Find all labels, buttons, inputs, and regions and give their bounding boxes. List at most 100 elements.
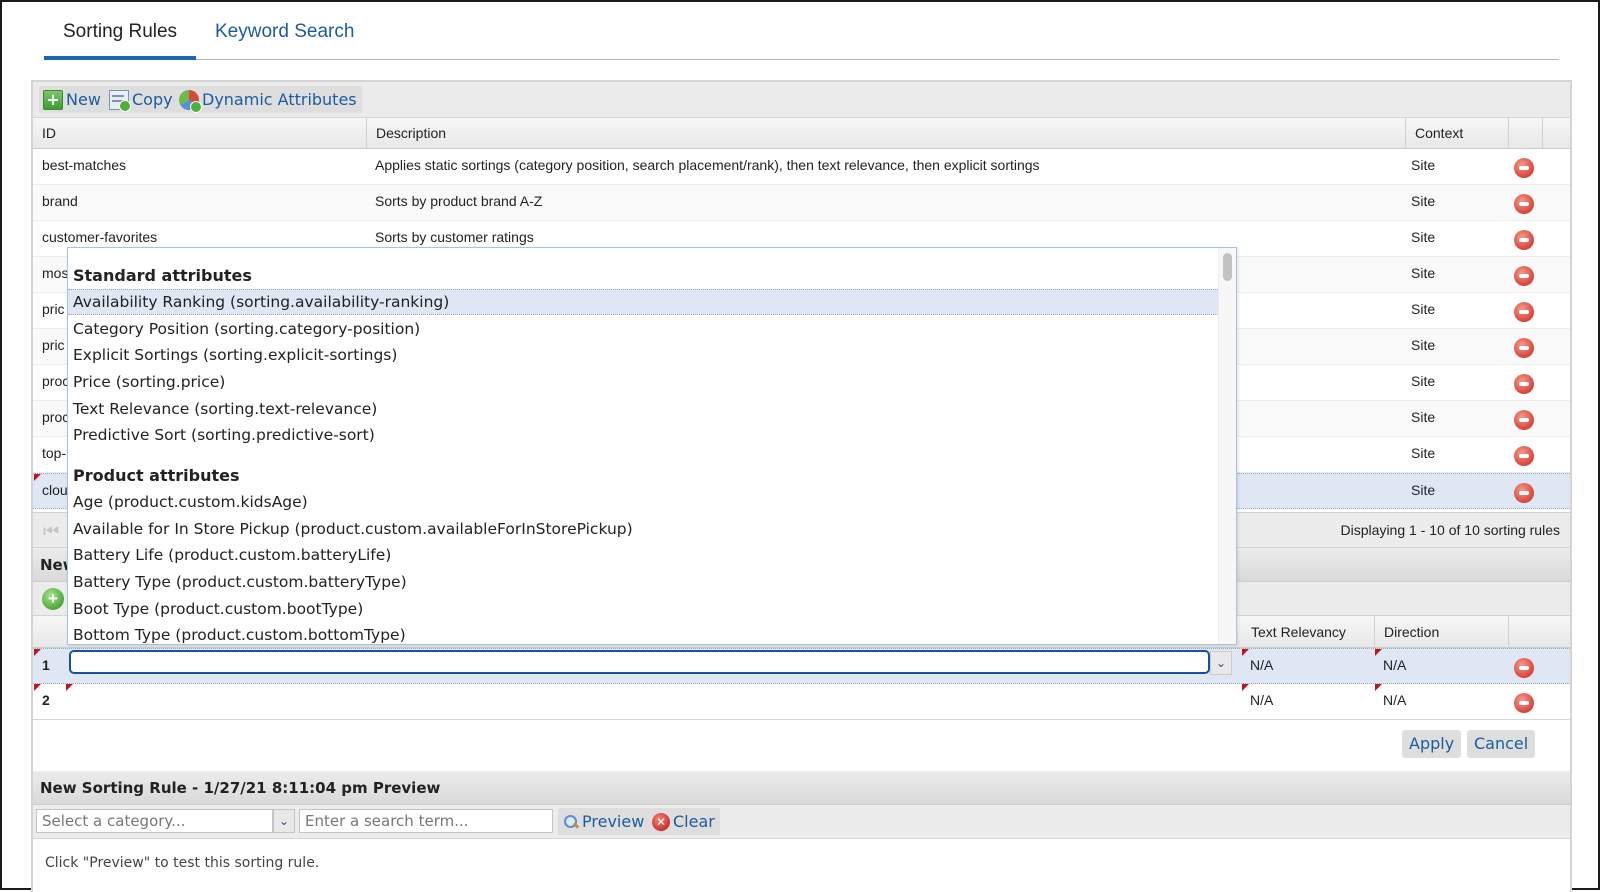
tab-keyword-search[interactable]: Keyword Search [196,20,373,58]
dropdown-option[interactable]: Explicit Sortings (sorting.explicit-sort… [68,342,1218,368]
editor-row[interactable]: 2 N/A N/A [33,684,1570,720]
dropdown-option[interactable]: Category Position (sorting.category-posi… [68,316,1218,342]
dirty-marker [1242,649,1249,656]
direction-value[interactable]: N/A [1383,657,1406,673]
preview-title: New Sorting Rule - 1/27/21 8:11:04 pm Pr… [40,779,441,797]
delete-icon[interactable] [1514,302,1534,322]
dynamic-attributes-button[interactable]: Dynamic Attributes [175,86,362,113]
search-term-input[interactable]: Enter a search term... [299,809,553,833]
new-button[interactable]: + New [39,86,106,113]
tab-sorting-rules[interactable]: Sorting Rules [44,20,197,60]
chevron-down-icon[interactable]: ⌄ [1210,651,1232,675]
row-description: Sorts by product brand A-Z [375,193,543,209]
plus-icon: + [43,89,63,110]
dirty-marker [34,684,41,691]
column-header-id[interactable]: ID [33,118,367,149]
preview-hint: Click "Preview" to test this sorting rul… [45,855,320,871]
dirty-marker [1375,649,1382,656]
chevron-down-icon[interactable]: ⌄ [273,809,295,833]
row-context: Site [1411,301,1436,317]
row-id: mos [42,265,69,281]
cancel-button[interactable]: Cancel [1467,730,1536,758]
add-attribute-icon[interactable] [42,588,64,610]
direction-value[interactable]: N/A [1383,692,1406,708]
table-row[interactable]: brand Sorts by product brand A-Z Site [33,185,1570,221]
column-header-direction[interactable]: Direction [1375,616,1509,648]
row-id: clou [42,482,68,498]
column-header-text-relevancy[interactable]: Text Relevancy [1242,616,1375,648]
delete-icon[interactable] [1514,374,1534,394]
dirty-marker [66,684,73,691]
attribute-dropdown-list[interactable]: Standard attributes Availability Ranking… [67,247,1237,645]
delete-icon[interactable] [1514,410,1534,430]
search-icon [563,814,579,830]
clear-icon: ✕ [652,812,670,831]
row-id: pric [42,337,65,353]
copy-icon [109,89,131,112]
row-id: proc [42,409,70,425]
text-relevancy-value[interactable]: N/A [1250,692,1273,708]
dirty-marker [34,474,41,481]
column-header-description[interactable]: Description [367,118,1406,149]
column-header-context[interactable]: Context [1406,118,1509,149]
attribute-combo-input[interactable] [69,650,1210,674]
tab-bar: Sorting Rules Keyword Search [44,2,1559,60]
preview-header: New Sorting Rule - 1/27/21 8:11:04 pm Pr… [33,771,1570,805]
clear-label: Clear [673,812,715,831]
dropdown-scrollbar[interactable] [1218,248,1236,644]
row-context: Site [1411,229,1436,245]
row-context: Site [1411,445,1436,461]
delete-icon[interactable] [1514,266,1534,286]
delete-icon[interactable] [1514,158,1534,178]
first-page-icon[interactable]: ⏮ [43,521,59,542]
dynamic-attributes-icon [179,89,202,113]
dropdown-option[interactable]: Battery Type (product.custom.batteryType… [68,569,1218,595]
dropdown-option[interactable]: Battery Life (product.custom.batteryLife… [68,542,1218,568]
row-id: top- [42,445,67,461]
preview-button[interactable]: Preview [558,808,650,835]
group-header-product: Product attributes [73,466,240,485]
pager-info: Displaying 1 - 10 of 10 sorting rules [1340,522,1560,538]
delete-icon[interactable] [1514,338,1534,358]
dropdown-option[interactable]: Available for In Store Pickup (product.c… [68,516,1218,542]
dropdown-option[interactable]: Age (product.custom.kidsAge) [68,489,1218,515]
dirty-marker [1242,684,1249,691]
category-select[interactable]: Select a category... [36,809,273,833]
delete-icon[interactable] [1514,230,1534,250]
row-context: Site [1411,373,1436,389]
clear-button[interactable]: ✕ Clear [647,808,720,835]
dropdown-option[interactable]: Predictive Sort (sorting.predictive-sort… [68,422,1218,448]
delete-icon[interactable] [1514,446,1534,466]
scrollbar-thumb[interactable] [1223,253,1232,281]
dropdown-option[interactable]: Text Relevance (sorting.text-relevance) [68,396,1218,422]
text-relevancy-value[interactable]: N/A [1250,657,1273,673]
delete-icon[interactable] [1514,693,1534,713]
delete-icon[interactable] [1514,483,1534,503]
grid-toolbar: + New Copy Dynamic Attributes [33,82,1570,118]
preview-label: Preview [582,812,645,831]
dropdown-option[interactable]: Bottom Type (product.custom.bottomType) [68,622,1218,644]
group-header-standard: Standard attributes [73,266,252,285]
row-number: 2 [42,692,50,708]
row-id: brand [42,193,78,209]
grid-header: ID Description Context [33,118,1570,149]
new-label: New [66,90,101,109]
delete-icon[interactable] [1514,658,1534,678]
row-description: Applies static sortings (category positi… [375,157,1040,173]
copy-button[interactable]: Copy [105,86,178,113]
editor-actions: Apply Cancel [33,719,1570,771]
dropdown-option[interactable]: Boot Type (product.custom.bootType) [68,596,1218,622]
delete-icon[interactable] [1514,194,1534,214]
dropdown-option[interactable]: Price (sorting.price) [68,369,1218,395]
apply-button[interactable]: Apply [1402,730,1462,758]
preview-toolbar: Select a category... ⌄ Enter a search te… [33,805,1570,839]
row-context: Site [1411,409,1436,425]
row-id: proc [42,373,70,389]
row-context: Site [1411,337,1436,353]
dynamic-attributes-label: Dynamic Attributes [202,90,357,109]
row-context: Site [1411,482,1436,498]
table-row[interactable]: best-matches Applies static sortings (ca… [33,149,1570,185]
dirty-marker [1375,684,1382,691]
dropdown-option-highlighted[interactable]: Availability Ranking (sorting.availabili… [68,289,1218,315]
row-id: pric [42,301,65,317]
